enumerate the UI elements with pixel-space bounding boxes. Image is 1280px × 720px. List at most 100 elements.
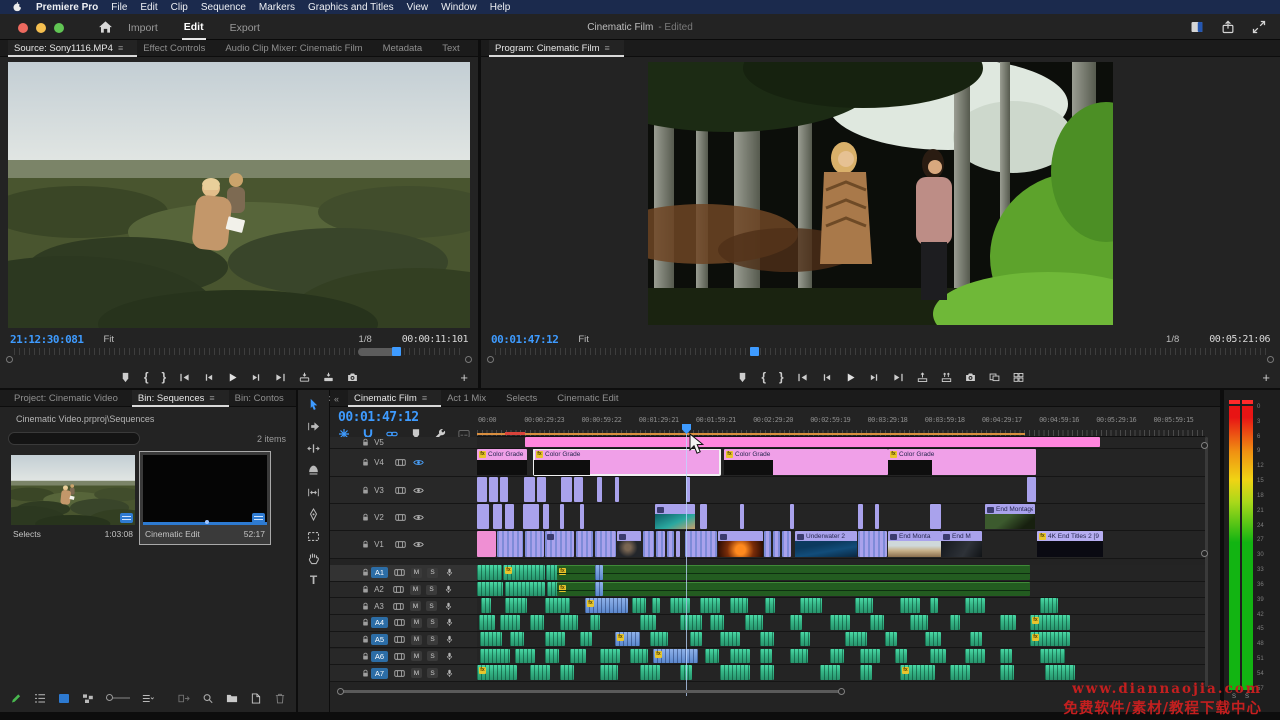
voiceover-mic-icon[interactable] bbox=[443, 602, 454, 611]
timeline-clip-color-grade[interactable]: fxColor Grade bbox=[724, 449, 888, 475]
timeline-clip[interactable] bbox=[560, 665, 574, 680]
timeline-clip[interactable] bbox=[643, 531, 654, 557]
timeline-tab-selects[interactable]: Selects bbox=[500, 390, 551, 407]
timeline-clip-end-montage[interactable]: End Montage bbox=[985, 504, 1035, 529]
source-patch-icon[interactable] bbox=[395, 486, 406, 495]
timeline-clip[interactable] bbox=[530, 665, 550, 680]
timeline-tab-act-1-mix[interactable]: Act 1 Mix bbox=[441, 390, 500, 407]
timeline-clip[interactable] bbox=[489, 477, 498, 502]
apple-icon[interactable] bbox=[12, 2, 23, 12]
timeline-clip[interactable] bbox=[790, 615, 802, 630]
tool-trackselect-icon[interactable] bbox=[307, 420, 320, 433]
track-header-v4[interactable]: V4 bbox=[330, 449, 477, 477]
timeline-clip[interactable] bbox=[1000, 665, 1014, 680]
timeline-clip[interactable] bbox=[858, 504, 863, 529]
source-scrubber[interactable] bbox=[6, 348, 472, 364]
timeline-clip[interactable] bbox=[632, 598, 646, 613]
timeline-clip[interactable] bbox=[600, 665, 618, 680]
timeline-clip[interactable] bbox=[965, 649, 985, 664]
timeline-clip[interactable] bbox=[950, 665, 970, 680]
multicam-icon[interactable] bbox=[1013, 372, 1024, 383]
timeline-clip-4k-end-titles-2-9[interactable]: fx4K End Titles 2 [9 bbox=[1037, 531, 1103, 557]
solo-button[interactable]: S bbox=[426, 585, 437, 595]
timeline-clip[interactable] bbox=[910, 615, 928, 630]
minimize-window-button[interactable] bbox=[36, 23, 46, 33]
maximize-window-button[interactable] bbox=[54, 23, 64, 33]
source-fit-dropdown[interactable]: Fit bbox=[103, 334, 118, 345]
tool-selection-icon[interactable] bbox=[307, 398, 320, 411]
timeline-clip[interactable] bbox=[885, 632, 897, 647]
menu-item-file[interactable]: File bbox=[111, 2, 127, 13]
timeline-clip[interactable] bbox=[740, 504, 744, 529]
track-lane-a4[interactable]: fx bbox=[477, 615, 1205, 632]
track-name[interactable]: A3 bbox=[371, 602, 387, 611]
tab-bin-contos[interactable]: Bin: Contos bbox=[229, 390, 298, 407]
menu-item-markers[interactable]: Markers bbox=[259, 2, 295, 13]
menu-item-sequence[interactable]: Sequence bbox=[201, 2, 246, 13]
track-name-chip[interactable]: A1 bbox=[371, 567, 388, 578]
gotoin-icon[interactable] bbox=[797, 372, 808, 383]
timeline-clip[interactable] bbox=[524, 477, 535, 502]
voiceover-mic-icon[interactable] bbox=[443, 585, 454, 594]
program-scrubber[interactable] bbox=[487, 348, 1274, 364]
timeline-clip[interactable] bbox=[652, 598, 660, 613]
timeline-clip[interactable] bbox=[900, 598, 920, 613]
timeline-clip[interactable] bbox=[505, 582, 545, 597]
timeline-clip[interactable] bbox=[477, 582, 503, 597]
timeline-clip[interactable] bbox=[640, 615, 656, 630]
track-name-chip[interactable]: A7 bbox=[371, 668, 388, 679]
timeline-clip-end-m[interactable]: End M bbox=[941, 531, 982, 557]
mute-button[interactable]: M bbox=[411, 651, 422, 661]
timeline-clip[interactable] bbox=[480, 632, 502, 647]
timeline-clip[interactable] bbox=[718, 531, 763, 557]
track-lane-a5[interactable]: fxfx bbox=[477, 632, 1205, 649]
timeline-clip[interactable] bbox=[790, 504, 794, 529]
timeline-clip-underwater-2[interactable]: Underwater 2 bbox=[795, 531, 857, 557]
track-lane-v1[interactable]: Underwater 2End MontaEnd Mfx4K End Title… bbox=[477, 531, 1205, 559]
button-editor-plus[interactable]: + bbox=[460, 370, 468, 385]
timeline-clip[interactable]: fx bbox=[477, 665, 517, 680]
timeline-clip[interactable] bbox=[560, 504, 564, 529]
timeline-clip[interactable] bbox=[875, 504, 879, 529]
toggle-track-output-eye-icon[interactable] bbox=[413, 540, 424, 549]
tool-type-icon[interactable]: T bbox=[310, 574, 317, 586]
timeline-clip[interactable] bbox=[830, 649, 844, 664]
timeline-tab-cinematic-edit[interactable]: Cinematic Edit bbox=[551, 390, 632, 407]
play-icon[interactable] bbox=[845, 372, 856, 383]
workspaces-icon[interactable] bbox=[1190, 20, 1204, 34]
timeline-clip-color-grade[interactable]: fxColor Grade bbox=[888, 449, 1036, 475]
timeline-clip[interactable] bbox=[950, 615, 960, 630]
lock-icon[interactable] bbox=[360, 513, 371, 522]
timeline-clip[interactable] bbox=[560, 615, 578, 630]
source-patch-icon[interactable] bbox=[394, 568, 405, 577]
lock-icon[interactable] bbox=[360, 635, 371, 644]
timeline-clip[interactable] bbox=[970, 632, 982, 647]
search-icon[interactable] bbox=[202, 693, 214, 704]
timeline-clip[interactable] bbox=[545, 632, 565, 647]
timeline-clip[interactable] bbox=[1040, 598, 1058, 613]
timeline-clip[interactable] bbox=[870, 615, 884, 630]
fullscreen-icon[interactable] bbox=[1252, 20, 1266, 34]
track-header-a7[interactable]: A7MS bbox=[330, 665, 477, 682]
timeline-clip[interactable]: fx bbox=[1030, 632, 1070, 647]
track-name-chip[interactable]: A6 bbox=[371, 651, 388, 662]
timeline-clip[interactable] bbox=[690, 632, 702, 647]
gotoout-icon[interactable] bbox=[893, 372, 904, 383]
toggle-track-output-eye-icon[interactable] bbox=[413, 513, 424, 522]
timeline-clip[interactable] bbox=[685, 531, 717, 557]
timeline-clip[interactable] bbox=[574, 477, 583, 502]
timeline-clip[interactable] bbox=[497, 531, 523, 557]
solo-button[interactable]: S bbox=[427, 668, 438, 678]
timeline-clip[interactable] bbox=[670, 598, 690, 613]
mode-tab-edit[interactable]: Edit bbox=[182, 15, 206, 40]
timeline-clip[interactable] bbox=[800, 598, 822, 613]
timeline-clip[interactable] bbox=[930, 598, 938, 613]
lock-icon[interactable] bbox=[360, 438, 371, 447]
horizontal-scrollbar[interactable] bbox=[341, 690, 842, 693]
menu-item-help[interactable]: Help bbox=[490, 2, 511, 13]
grid-icon[interactable] bbox=[58, 693, 70, 704]
tool-rect-icon[interactable] bbox=[307, 530, 320, 543]
share-icon[interactable] bbox=[1221, 20, 1235, 34]
scroll-right-handle[interactable] bbox=[465, 356, 472, 363]
timeline-clip[interactable] bbox=[760, 632, 774, 647]
